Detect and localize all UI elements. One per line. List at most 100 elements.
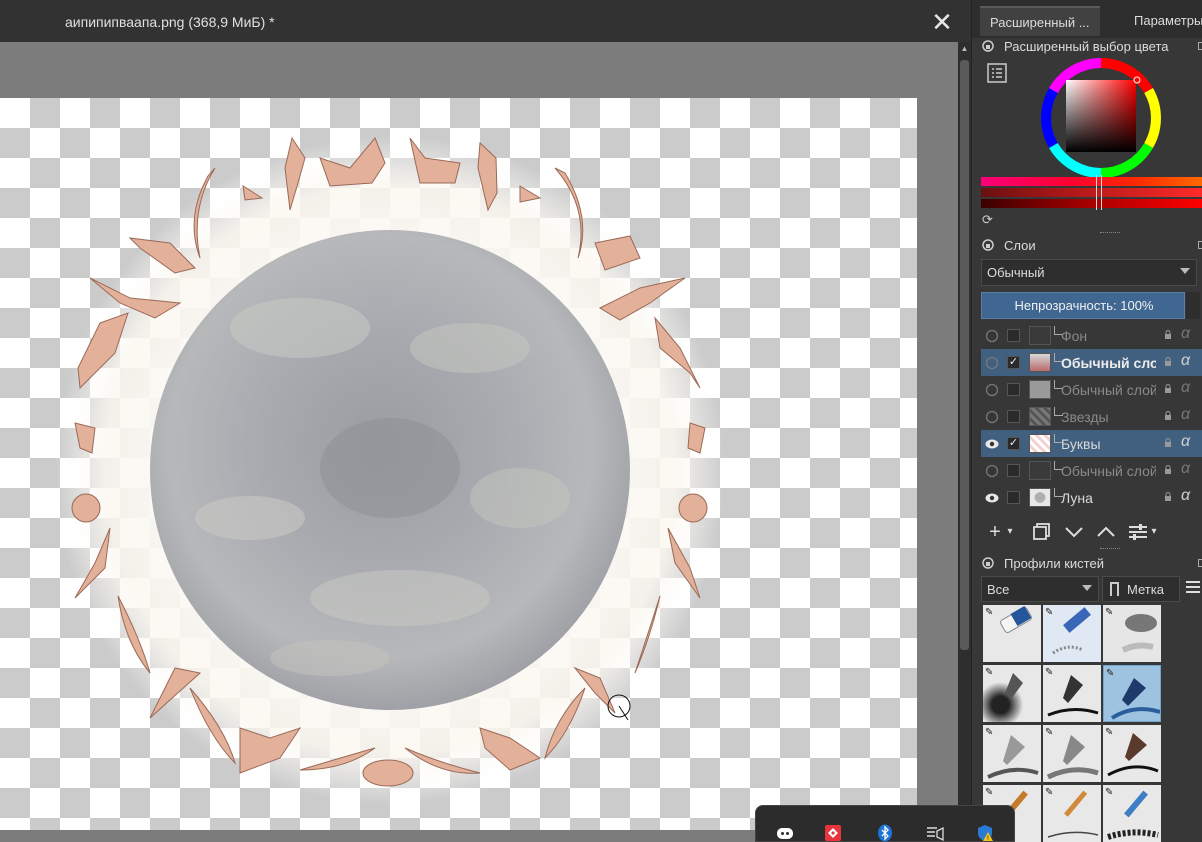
layer-lock-icon[interactable] xyxy=(1163,438,1173,448)
brush-preset-ink-fine-selected[interactable]: ✎ xyxy=(1103,665,1161,722)
layer-checkbox[interactable]: ✓ xyxy=(1007,437,1020,450)
security-warning-icon[interactable]: ! xyxy=(976,824,994,842)
color-wheel[interactable] xyxy=(1041,58,1161,178)
layer-row[interactable]: ✓ Буквы α xyxy=(981,430,1202,457)
opacity-slider[interactable]: Непрозрачность: 100% xyxy=(981,292,1185,319)
layer-checkbox[interactable] xyxy=(1007,383,1020,396)
alpha-lock-icon[interactable]: α xyxy=(1181,433,1190,451)
layer-name[interactable]: Обычный слой xyxy=(1061,463,1156,479)
layer-lock-icon[interactable] xyxy=(1163,357,1173,367)
eye-open-icon[interactable] xyxy=(985,491,999,505)
edit-icon: ✎ xyxy=(1106,668,1115,679)
layer-thumbnail xyxy=(1029,380,1051,399)
bluetooth-icon[interactable] xyxy=(876,824,894,842)
layers-list: Фон α ✓ Обычный слой α Обычный слой α Звезды α ✓ Б… xyxy=(981,322,1202,512)
panel-float-icon[interactable] xyxy=(1198,241,1202,249)
lock-icon[interactable] xyxy=(982,557,994,569)
duplicate-layer-icon[interactable] xyxy=(1031,520,1053,544)
layer-name[interactable]: Обычный слой xyxy=(1061,382,1156,398)
chevron-down-icon[interactable]: ▾ xyxy=(1149,520,1159,544)
media-icon[interactable] xyxy=(926,824,944,842)
brush-preset-pencil-4[interactable]: ✎ xyxy=(1103,785,1161,842)
lock-icon[interactable] xyxy=(982,239,994,251)
move-up-icon[interactable] xyxy=(1095,520,1117,544)
brush-filter-value: Все xyxy=(987,582,1010,597)
layer-row[interactable]: ✓ Обычный слой α xyxy=(981,349,1202,376)
panel-float-icon[interactable] xyxy=(1198,559,1202,567)
chevron-down-icon xyxy=(1082,585,1092,591)
eye-closed-icon[interactable] xyxy=(985,329,999,343)
discord-icon[interactable] xyxy=(776,824,794,842)
alpha-lock-icon[interactable]: α xyxy=(1181,460,1190,478)
layer-lock-icon[interactable] xyxy=(1163,465,1173,475)
alpha-lock-icon[interactable]: α xyxy=(1181,352,1190,370)
alpha-lock-icon[interactable]: α xyxy=(1181,379,1190,397)
panel-resize-grip[interactable] xyxy=(1100,548,1120,552)
anydesk-icon[interactable] xyxy=(824,824,842,842)
layer-thumbnail xyxy=(1029,488,1051,507)
layer-name[interactable]: Обычный слой xyxy=(1061,355,1156,371)
eye-open-icon[interactable] xyxy=(985,437,999,451)
brush-preset-ink-pen[interactable]: ✎ xyxy=(1043,665,1101,722)
alpha-lock-icon[interactable]: α xyxy=(1181,406,1190,424)
layer-checkbox[interactable] xyxy=(1007,464,1020,477)
opacity-spinbox[interactable] xyxy=(1186,292,1200,319)
layer-checkbox[interactable] xyxy=(1007,410,1020,423)
brush-preset-eraser-smudge[interactable]: ✎ xyxy=(1103,605,1161,662)
canvas-artwork[interactable] xyxy=(0,98,917,830)
brush-preset-pencil-2[interactable]: ✎ xyxy=(1043,725,1101,782)
canvas-vertical-scrollbar[interactable]: ▲ xyxy=(958,42,971,842)
lock-icon[interactable] xyxy=(982,40,994,52)
layer-checkbox[interactable] xyxy=(1007,329,1020,342)
scroll-up-icon[interactable]: ▲ xyxy=(960,44,969,56)
layer-row[interactable]: Звезды α xyxy=(981,403,1202,430)
brush-preset-ink-gpen[interactable]: ✎ xyxy=(983,665,1041,722)
value-slider[interactable] xyxy=(981,199,1202,208)
tab-advanced-color[interactable]: Расширенный ... xyxy=(980,6,1100,36)
edit-icon: ✎ xyxy=(985,667,994,678)
refresh-icon[interactable]: ⟳ xyxy=(982,212,996,227)
layer-name[interactable]: Звезды xyxy=(1061,409,1156,425)
layer-lock-icon[interactable] xyxy=(1163,384,1173,394)
hue-slider[interactable] xyxy=(981,177,1202,186)
panel-float-icon[interactable] xyxy=(1198,42,1202,50)
layer-row[interactable]: Фон α xyxy=(981,322,1202,349)
document-tab-title[interactable]: аипипипваапа.png (368,9 МиБ) * xyxy=(65,14,275,30)
layer-lock-icon[interactable] xyxy=(1163,411,1173,421)
tab-parameters[interactable]: Параметры xyxy=(1124,6,1202,36)
saturation-slider[interactable] xyxy=(981,188,1202,197)
alpha-lock-icon[interactable]: α xyxy=(1181,325,1190,343)
brush-preset-eraser-soft[interactable]: ✎ xyxy=(983,605,1041,662)
layer-row[interactable]: Луна α xyxy=(981,484,1202,511)
move-down-icon[interactable] xyxy=(1063,520,1085,544)
eye-closed-icon[interactable] xyxy=(985,464,999,478)
blend-mode-select[interactable]: Обычный xyxy=(981,259,1197,286)
brush-preset-brush-2[interactable]: ✎ xyxy=(1043,785,1101,842)
layer-name[interactable]: Буквы xyxy=(1061,436,1156,452)
layer-lock-icon[interactable] xyxy=(1163,330,1173,340)
layer-checkbox[interactable]: ✓ xyxy=(1007,356,1020,369)
brush-preset-pencil-1[interactable]: ✎ xyxy=(983,725,1041,782)
scrollbar-thumb[interactable] xyxy=(960,60,969,650)
eye-closed-icon[interactable] xyxy=(985,356,999,370)
layer-properties-icon[interactable] xyxy=(1127,520,1149,544)
add-layer-icon[interactable]: + xyxy=(985,520,1005,544)
brush-tag-select[interactable]: Метка xyxy=(1102,576,1180,602)
chevron-down-icon[interactable]: ▾ xyxy=(1005,520,1015,544)
eye-closed-icon[interactable] xyxy=(985,383,999,397)
close-document-icon[interactable]: ✕ xyxy=(930,9,954,35)
brush-preset-eraser-block[interactable]: ✎ xyxy=(1043,605,1101,662)
eye-closed-icon[interactable] xyxy=(985,410,999,424)
layer-checkbox[interactable] xyxy=(1007,491,1020,504)
brush-filter-select[interactable]: Все xyxy=(981,576,1099,602)
layer-lock-icon[interactable] xyxy=(1163,492,1173,502)
menu-icon[interactable] xyxy=(1186,580,1200,594)
alpha-lock-icon[interactable]: α xyxy=(1181,487,1190,505)
layer-row[interactable]: Обычный слой α xyxy=(981,457,1202,484)
layer-name[interactable]: Луна xyxy=(1061,490,1156,506)
layer-row[interactable]: Обычный слой α xyxy=(981,376,1202,403)
list-settings-icon[interactable] xyxy=(987,63,1007,83)
layer-name[interactable]: Фон xyxy=(1061,328,1156,344)
slider-marker[interactable] xyxy=(1096,175,1102,210)
brush-preset-pencil-3[interactable]: ✎ xyxy=(1103,725,1161,782)
